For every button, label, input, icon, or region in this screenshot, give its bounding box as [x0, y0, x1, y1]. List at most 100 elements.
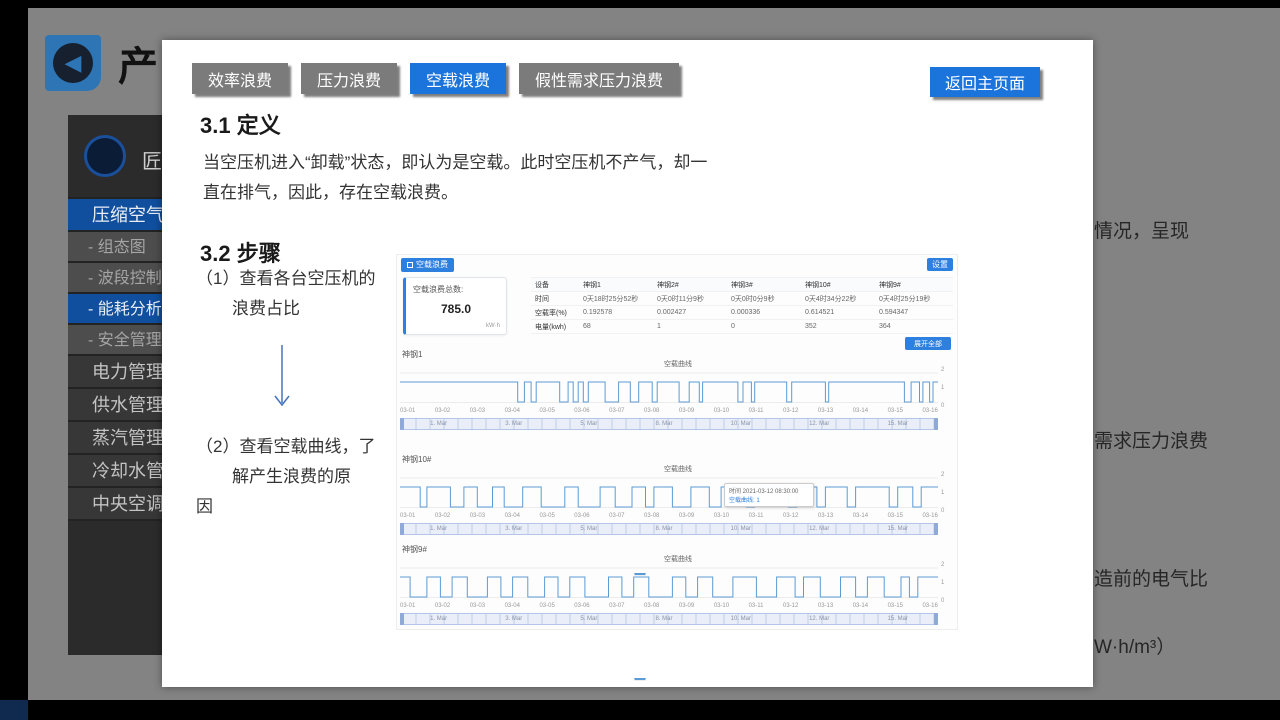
navigator-date-label: 1. Mar	[430, 421, 447, 427]
sidebar-item[interactable]: - 波段控制	[68, 263, 162, 294]
settings-button[interactable]: 设置	[927, 258, 953, 271]
navigator-date-label: 15. Mar	[888, 616, 908, 622]
x-tick: 03-01	[400, 603, 415, 609]
x-tick: 03-02	[435, 513, 450, 519]
dashboard-title-text: 空载浪费	[416, 258, 448, 272]
x-tick: 03-03	[470, 408, 485, 414]
navigator-date-label: 5. Mar	[580, 616, 597, 622]
x-tick: 03-07	[609, 408, 624, 414]
x-tick: 03-11	[749, 513, 764, 519]
x-tick: 03-16	[922, 603, 937, 609]
step2-line2: 解产生浪费的原	[232, 462, 351, 487]
x-tick: 03-08	[644, 513, 659, 519]
sidebar: 匠 压缩空气- 组态图- 波段控制- 能耗分析- 安全管理电力管理供水管理蒸汽管…	[68, 115, 162, 655]
back-arrow-icon: ◀	[53, 43, 93, 83]
navigator-date-label: 12. Mar	[809, 421, 829, 427]
sidebar-item[interactable]: - 能耗分析	[68, 294, 162, 325]
x-tick: 03-04	[505, 408, 520, 414]
screen: ◀ 产品 匠 压缩空气- 组态图- 波段控制- 能耗分析- 安全管理电力管理供水…	[0, 0, 1280, 720]
idle-curve-chart[interactable]	[400, 474, 938, 512]
row-label: 空载率(%)	[531, 308, 583, 318]
chart-block: 神钢10#空载曲线21003-0103-0203-0303-0403-0503-…	[400, 454, 956, 542]
x-tick: 03-14	[853, 408, 868, 414]
navigator-handle-left[interactable]	[400, 613, 404, 625]
navigator-date-label: 12. Mar	[809, 526, 829, 532]
sidebar-item[interactable]: 供水管理	[68, 389, 162, 422]
dashboard-title-tag: 空载浪费	[401, 258, 454, 272]
sidebar-item[interactable]: 压缩空气	[68, 199, 162, 232]
chart-navigator[interactable]: 1. Mar3. Mar5. Mar8. Mar10. Mar12. Mar15…	[400, 418, 938, 430]
cell-value: 0天4时25分19秒	[879, 294, 953, 304]
x-tick: 03-02	[435, 408, 450, 414]
definition-text: 当空压机进入“卸载”状态，即认为是空载。此时空压机不产气，却一 直在排气，因此，…	[203, 148, 723, 208]
x-tick: 03-12	[783, 603, 798, 609]
cell-value: 神钢3#	[731, 280, 805, 290]
idle-curve-chart[interactable]	[400, 369, 938, 407]
x-tick: 03-10	[714, 408, 729, 414]
navigator-handle-right[interactable]	[934, 523, 938, 535]
y-tick: 2	[941, 367, 953, 373]
panel-icon	[407, 262, 413, 268]
table-row: 时间0天18时25分52秒0天0时11分9秒0天0时0分9秒0天4时34分22秒…	[531, 292, 953, 306]
legend-label: 空载曲线	[664, 466, 692, 473]
cell-value: 神钢9#	[879, 280, 953, 290]
return-home-button[interactable]: 返回主页面	[930, 67, 1040, 97]
x-tick: 03-08	[644, 408, 659, 414]
y-tick: 2	[941, 562, 953, 568]
tab-item[interactable]: 假性需求压力浪费	[519, 63, 679, 94]
navigator-date-label: 8. Mar	[655, 526, 672, 532]
definition-line-2: 直在排气，因此，存在空载浪费。	[203, 183, 458, 202]
chart-navigator[interactable]: 1. Mar3. Mar5. Mar8. Mar10. Mar12. Mar15…	[400, 613, 938, 625]
x-tick: 03-07	[609, 513, 624, 519]
summary-card: 空载浪费总数: 785.0 kW·h	[403, 277, 507, 335]
sidebar-item[interactable]: - 安全管理	[68, 325, 162, 356]
x-tick: 03-16	[922, 408, 937, 414]
sidebar-item[interactable]: - 组态图	[68, 232, 162, 263]
chart-block: 神钢9#空载曲线21003-0103-0203-0303-0403-0503-0…	[400, 544, 956, 632]
x-tick: 03-15	[888, 513, 903, 519]
y-axis-ticks: 210	[941, 472, 953, 514]
cell-value: 0天4时34分22秒	[805, 294, 879, 304]
sidebar-item[interactable]: 电力管理	[68, 356, 162, 389]
x-tick: 03-13	[818, 603, 833, 609]
x-tick: 03-13	[818, 513, 833, 519]
chart-legend[interactable]: 空载曲线	[400, 359, 956, 369]
x-tick: 03-03	[470, 603, 485, 609]
navigator-date-label: 5. Mar	[580, 526, 597, 532]
sidebar-item[interactable]: 中央空调管理	[68, 488, 162, 521]
step2-line3: 因	[196, 492, 213, 517]
navigator-handle-right[interactable]	[934, 418, 938, 430]
definition-heading: 3.1 定义	[200, 108, 281, 140]
x-tick: 03-09	[679, 603, 694, 609]
cell-value: 1	[657, 323, 731, 330]
navigator-date-label: 15. Mar	[888, 421, 908, 427]
y-tick: 1	[941, 580, 953, 586]
tab-item[interactable]: 效率浪费	[192, 63, 288, 94]
navigator-date-label: 3. Mar	[505, 421, 522, 427]
tooltip-value: 空载曲线: 1	[729, 495, 809, 504]
x-tick: 03-01	[400, 513, 415, 519]
chart-block: 神钢1空载曲线21003-0103-0203-0303-0403-0503-06…	[400, 349, 956, 437]
table-row: 空载率(%)0.1925780.0024270.0003360.6145210.…	[531, 306, 953, 320]
navigator-handle-left[interactable]	[400, 523, 404, 535]
y-tick: 1	[941, 385, 953, 391]
down-arrow-icon	[268, 343, 296, 415]
y-tick: 2	[941, 472, 953, 478]
sidebar-item[interactable]: 冷却水管理	[68, 455, 162, 488]
x-tick: 03-02	[435, 603, 450, 609]
sidebar-item[interactable]: 蒸汽管理	[68, 422, 162, 455]
idle-curve-chart[interactable]	[400, 564, 938, 602]
navigator-handle-left[interactable]	[400, 418, 404, 430]
chart-legend[interactable]: 空载曲线	[400, 554, 956, 564]
tab-item[interactable]: 压力浪费	[301, 63, 397, 94]
step1-line2: 浪费占比	[232, 294, 300, 319]
cell-value: 364	[879, 323, 953, 330]
chart-legend[interactable]: 空载曲线	[400, 464, 956, 474]
tab-active[interactable]: 空载浪费	[410, 63, 506, 94]
chart-navigator[interactable]: 1. Mar3. Mar5. Mar8. Mar10. Mar12. Mar15…	[400, 523, 938, 535]
content-panel: 效率浪费压力浪费空载浪费假性需求压力浪费 返回主页面 3.1 定义 当空压机进入…	[162, 40, 1093, 687]
x-tick: 03-15	[888, 603, 903, 609]
back-button[interactable]: ◀	[45, 35, 101, 91]
x-tick: 03-07	[609, 603, 624, 609]
navigator-handle-right[interactable]	[934, 613, 938, 625]
